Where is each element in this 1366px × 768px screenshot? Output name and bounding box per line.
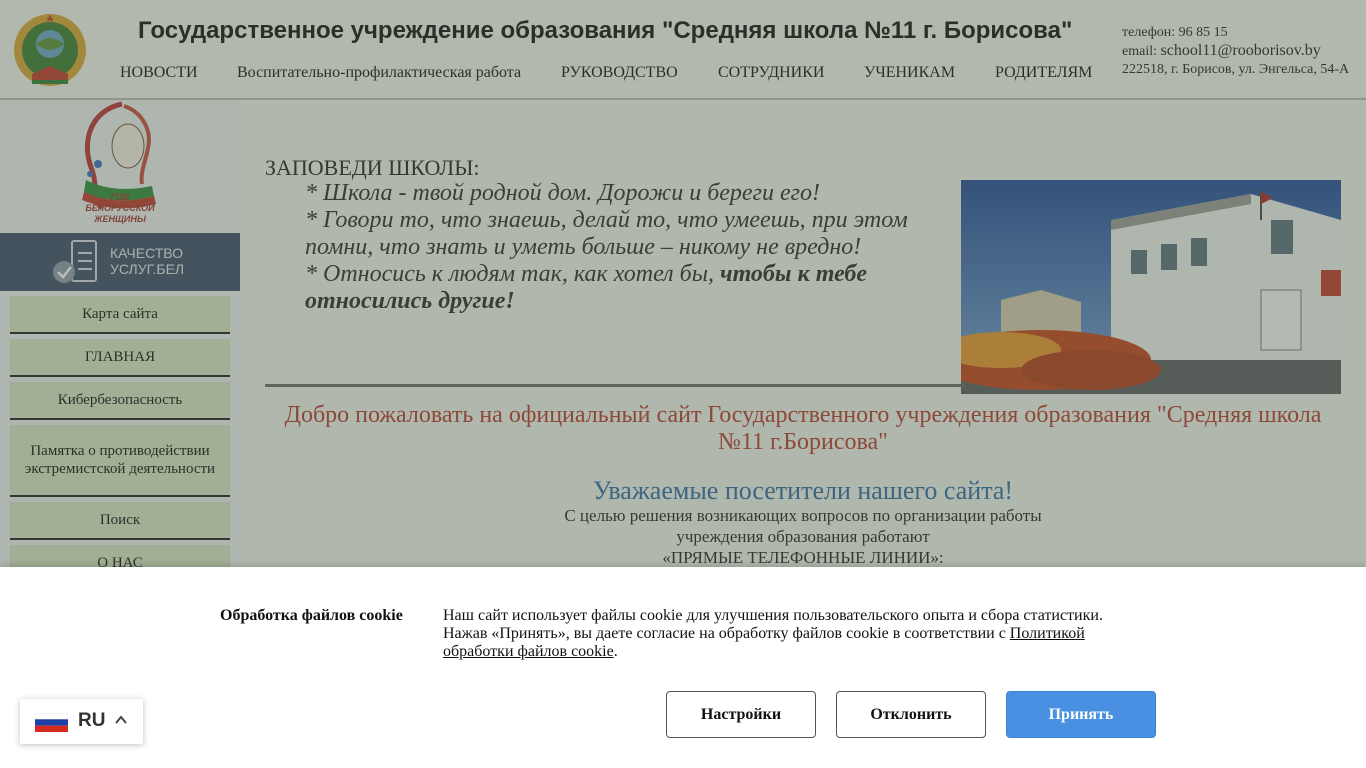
cookie-text-line2: Нажав «Принять», вы даете согласие на об… <box>443 625 1006 642</box>
cookie-banner: Обработка файлов cookie Наш сайт использ… <box>0 567 1366 768</box>
cookie-accept-button[interactable]: Принять <box>1006 691 1156 738</box>
cookie-settings-button[interactable]: Настройки <box>666 691 816 738</box>
modal-overlay <box>0 0 1366 568</box>
russia-flag-icon <box>35 713 68 732</box>
language-switcher[interactable]: RU <box>20 699 143 744</box>
cookie-title: Обработка файлов cookie <box>220 607 403 624</box>
cookie-text: Наш сайт использует файлы cookie для улу… <box>443 607 1103 660</box>
cookie-decline-button[interactable]: Отклонить <box>836 691 986 738</box>
language-code: RU <box>78 710 106 731</box>
chevron-up-icon <box>115 715 127 724</box>
cookie-text-line1: Наш сайт использует файлы cookie для улу… <box>443 607 1103 624</box>
